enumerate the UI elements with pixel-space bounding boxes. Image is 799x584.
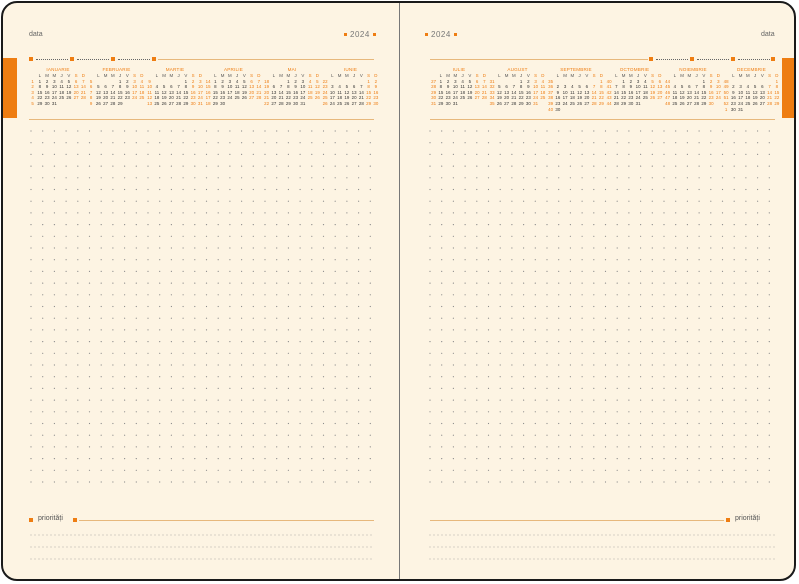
priorities-lines[interactable] [3,3,400,581]
priorities-lines[interactable] [400,3,796,581]
left-page: data 2024 IANUARIE L M M J V S D 1 1 2 3 4 5 6 7 2 8 9 10 11… [3,3,400,579]
right-page: 2024 data IULIE L M M J V S D 27 1 2 3 4 5 6 7 28 8 9 10 11 1… [400,3,796,581]
planner-spread: data 2024 IANUARIE L M M J V S D 1 1 2 3 4 5 6 7 2 8 9 10 11… [1,1,796,581]
